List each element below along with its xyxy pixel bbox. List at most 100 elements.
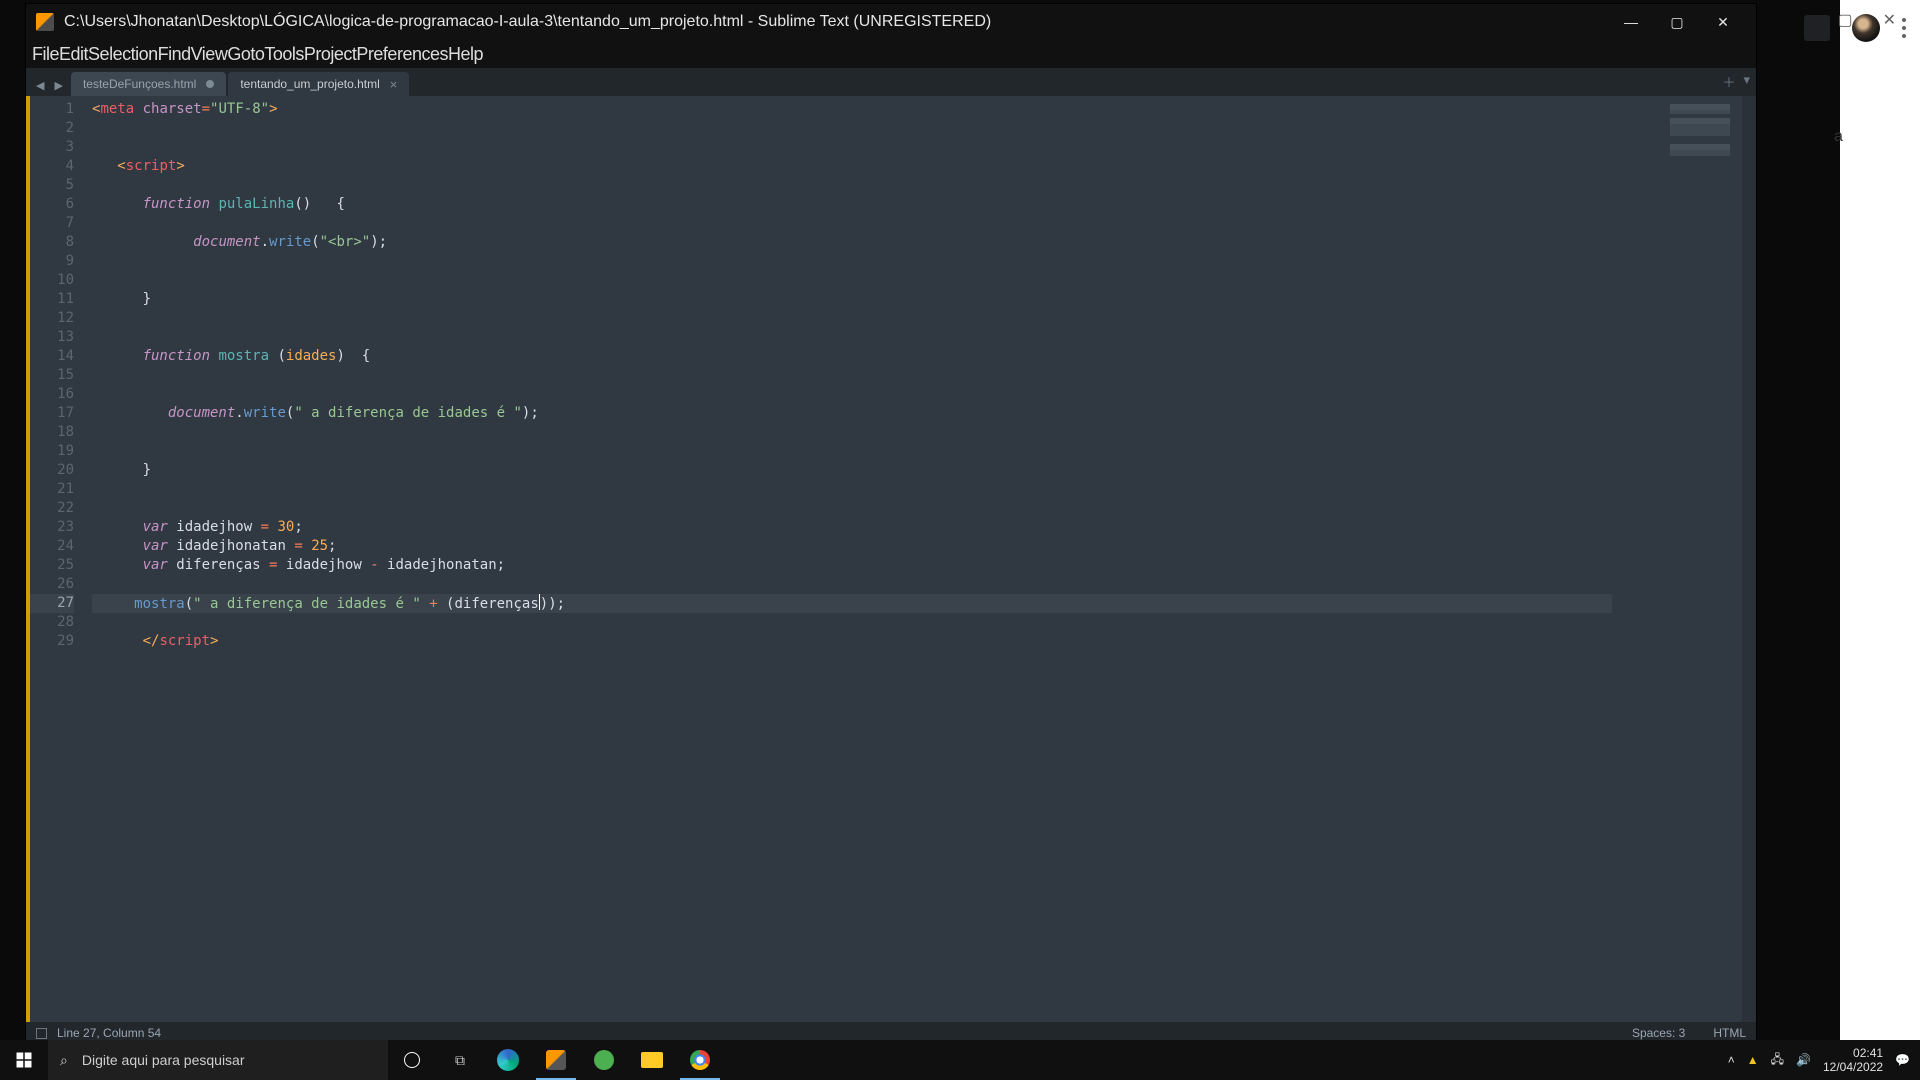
code-line[interactable]: mostra(" a diferença de idades é " + (di…	[92, 594, 1612, 613]
line-number[interactable]: 3	[30, 138, 74, 157]
taskbar-explorer-icon[interactable]	[628, 1040, 676, 1080]
code-line[interactable]	[92, 613, 1612, 632]
line-number[interactable]: 9	[30, 252, 74, 271]
code-line[interactable]	[92, 366, 1612, 385]
code-line[interactable]: function mostra (idades) {	[92, 347, 1612, 366]
line-number[interactable]: 29	[30, 632, 74, 651]
taskbar-sublime-icon[interactable]	[532, 1040, 580, 1080]
code-line[interactable]: document.write("<br>");	[92, 233, 1612, 252]
status-syntax[interactable]: HTML	[1713, 1026, 1746, 1040]
line-number[interactable]: 11	[30, 290, 74, 309]
menu-goto[interactable]: Goto	[227, 42, 264, 67]
taskbar-cortana-icon[interactable]: ⧉	[436, 1040, 484, 1080]
menu-project[interactable]: Project	[304, 42, 357, 67]
browser-panel-toggle-icon[interactable]	[1804, 15, 1830, 41]
line-number[interactable]: 22	[30, 499, 74, 518]
tray-volume-icon[interactable]: 🔊	[1796, 1053, 1811, 1067]
start-button[interactable]	[0, 1040, 48, 1080]
menu-tools[interactable]: Tools	[264, 42, 304, 67]
menu-find[interactable]: Find	[158, 42, 191, 67]
vertical-scrollbar[interactable]	[1742, 96, 1756, 1022]
status-cursor-position[interactable]: Line 27, Column 54	[57, 1026, 161, 1040]
minimize-button[interactable]: —	[1608, 4, 1654, 40]
taskbar-edge-icon[interactable]	[484, 1040, 532, 1080]
code-line[interactable]	[92, 176, 1612, 195]
tray-notifications-icon[interactable]: 💬	[1895, 1053, 1910, 1067]
line-number[interactable]: 28	[30, 613, 74, 632]
line-number[interactable]: 15	[30, 366, 74, 385]
code-line[interactable]	[92, 575, 1612, 594]
code-line[interactable]: <script>	[92, 157, 1612, 176]
code-line[interactable]	[92, 138, 1612, 157]
tab-tentando_um_projeto-html[interactable]: tentando_um_projeto.html×	[228, 72, 409, 96]
line-number[interactable]: 26	[30, 575, 74, 594]
browser-menu-icon[interactable]	[1902, 26, 1906, 30]
code-line[interactable]: function pulaLinha() {	[92, 195, 1612, 214]
menu-selection[interactable]: Selection	[88, 42, 158, 67]
code-line[interactable]: document.write(" a diferença de idades é…	[92, 404, 1612, 423]
line-number-gutter[interactable]: 1234567891011121314151617181920212223242…	[30, 96, 84, 1022]
line-number[interactable]: 17	[30, 404, 74, 423]
tab-history-forward-icon[interactable]: ▶	[54, 79, 62, 92]
line-number[interactable]: 18	[30, 423, 74, 442]
task-view-button[interactable]	[388, 1040, 436, 1080]
code-line[interactable]: var diferenças = idadejhow - idadejhonat…	[92, 556, 1612, 575]
tab-dropdown-icon[interactable]: ▾	[1743, 72, 1750, 91]
taskbar-chrome-icon[interactable]	[676, 1040, 724, 1080]
menu-file[interactable]: File	[32, 42, 59, 67]
bg-maximize-icon[interactable]: ▢	[1837, 10, 1852, 30]
minimap[interactable]	[1612, 96, 1742, 1022]
code-line[interactable]	[92, 385, 1612, 404]
code-line[interactable]	[92, 328, 1612, 347]
code-line[interactable]	[92, 214, 1612, 233]
tab-history-back-icon[interactable]: ◀	[36, 79, 44, 92]
code-line[interactable]	[92, 442, 1612, 461]
code-line[interactable]	[92, 252, 1612, 271]
titlebar[interactable]: C:\Users\Jhonatan\Desktop\LÓGICA\logica-…	[26, 4, 1756, 40]
line-number[interactable]: 24	[30, 537, 74, 556]
new-tab-icon[interactable]: ＋	[1722, 72, 1735, 91]
line-number[interactable]: 23	[30, 518, 74, 537]
code-line[interactable]	[92, 480, 1612, 499]
line-number[interactable]: 7	[30, 214, 74, 233]
status-indentation[interactable]: Spaces: 3	[1632, 1026, 1685, 1040]
taskbar-search[interactable]: ⌕ Digite aqui para pesquisar	[48, 1040, 388, 1080]
maximize-button[interactable]: ▢	[1654, 4, 1700, 40]
line-number[interactable]: 19	[30, 442, 74, 461]
line-number[interactable]: 12	[30, 309, 74, 328]
code-line[interactable]	[92, 119, 1612, 138]
code-editor[interactable]: <meta charset="UTF-8"> <script> function…	[84, 96, 1612, 1022]
line-number[interactable]: 13	[30, 328, 74, 347]
code-line[interactable]: }	[92, 461, 1612, 480]
line-number[interactable]: 1	[30, 100, 74, 119]
line-number[interactable]: 16	[30, 385, 74, 404]
line-number[interactable]: 10	[30, 271, 74, 290]
line-number[interactable]: 2	[30, 119, 74, 138]
code-line[interactable]	[92, 271, 1612, 290]
menu-preferences[interactable]: Preferences	[356, 42, 448, 67]
status-panel-toggle-icon[interactable]	[36, 1028, 47, 1039]
system-tray[interactable]: ˄ ▲ 🖧 🔊 02:41 12/04/2022 💬	[1718, 1046, 1920, 1074]
code-line[interactable]	[92, 423, 1612, 442]
tray-chevron-up-icon[interactable]: ˄	[1728, 1053, 1735, 1067]
line-number[interactable]: 14	[30, 347, 74, 366]
close-button[interactable]: ✕	[1700, 4, 1746, 40]
tab-close-icon[interactable]: ×	[390, 77, 398, 92]
line-number[interactable]: 5	[30, 176, 74, 195]
code-line[interactable]: var idadejhow = 30;	[92, 518, 1612, 537]
tray-onedrive-icon[interactable]: ▲	[1747, 1053, 1759, 1067]
line-number[interactable]: 20	[30, 461, 74, 480]
taskbar-app-icon[interactable]	[580, 1040, 628, 1080]
code-line[interactable]: <meta charset="UTF-8">	[92, 100, 1612, 119]
line-number[interactable]: 4	[30, 157, 74, 176]
code-line[interactable]	[92, 309, 1612, 328]
line-number[interactable]: 25	[30, 556, 74, 575]
code-line[interactable]: }	[92, 290, 1612, 309]
menu-edit[interactable]: Edit	[59, 42, 88, 67]
code-line[interactable]: </script>	[92, 632, 1612, 651]
menu-help[interactable]: Help	[448, 42, 483, 67]
tray-clock[interactable]: 02:41 12/04/2022	[1823, 1046, 1883, 1074]
tab-testeDeFun-oes-html[interactable]: testeDeFunçoes.html	[71, 72, 226, 96]
menu-view[interactable]: View	[191, 42, 228, 67]
line-number[interactable]: 21	[30, 480, 74, 499]
